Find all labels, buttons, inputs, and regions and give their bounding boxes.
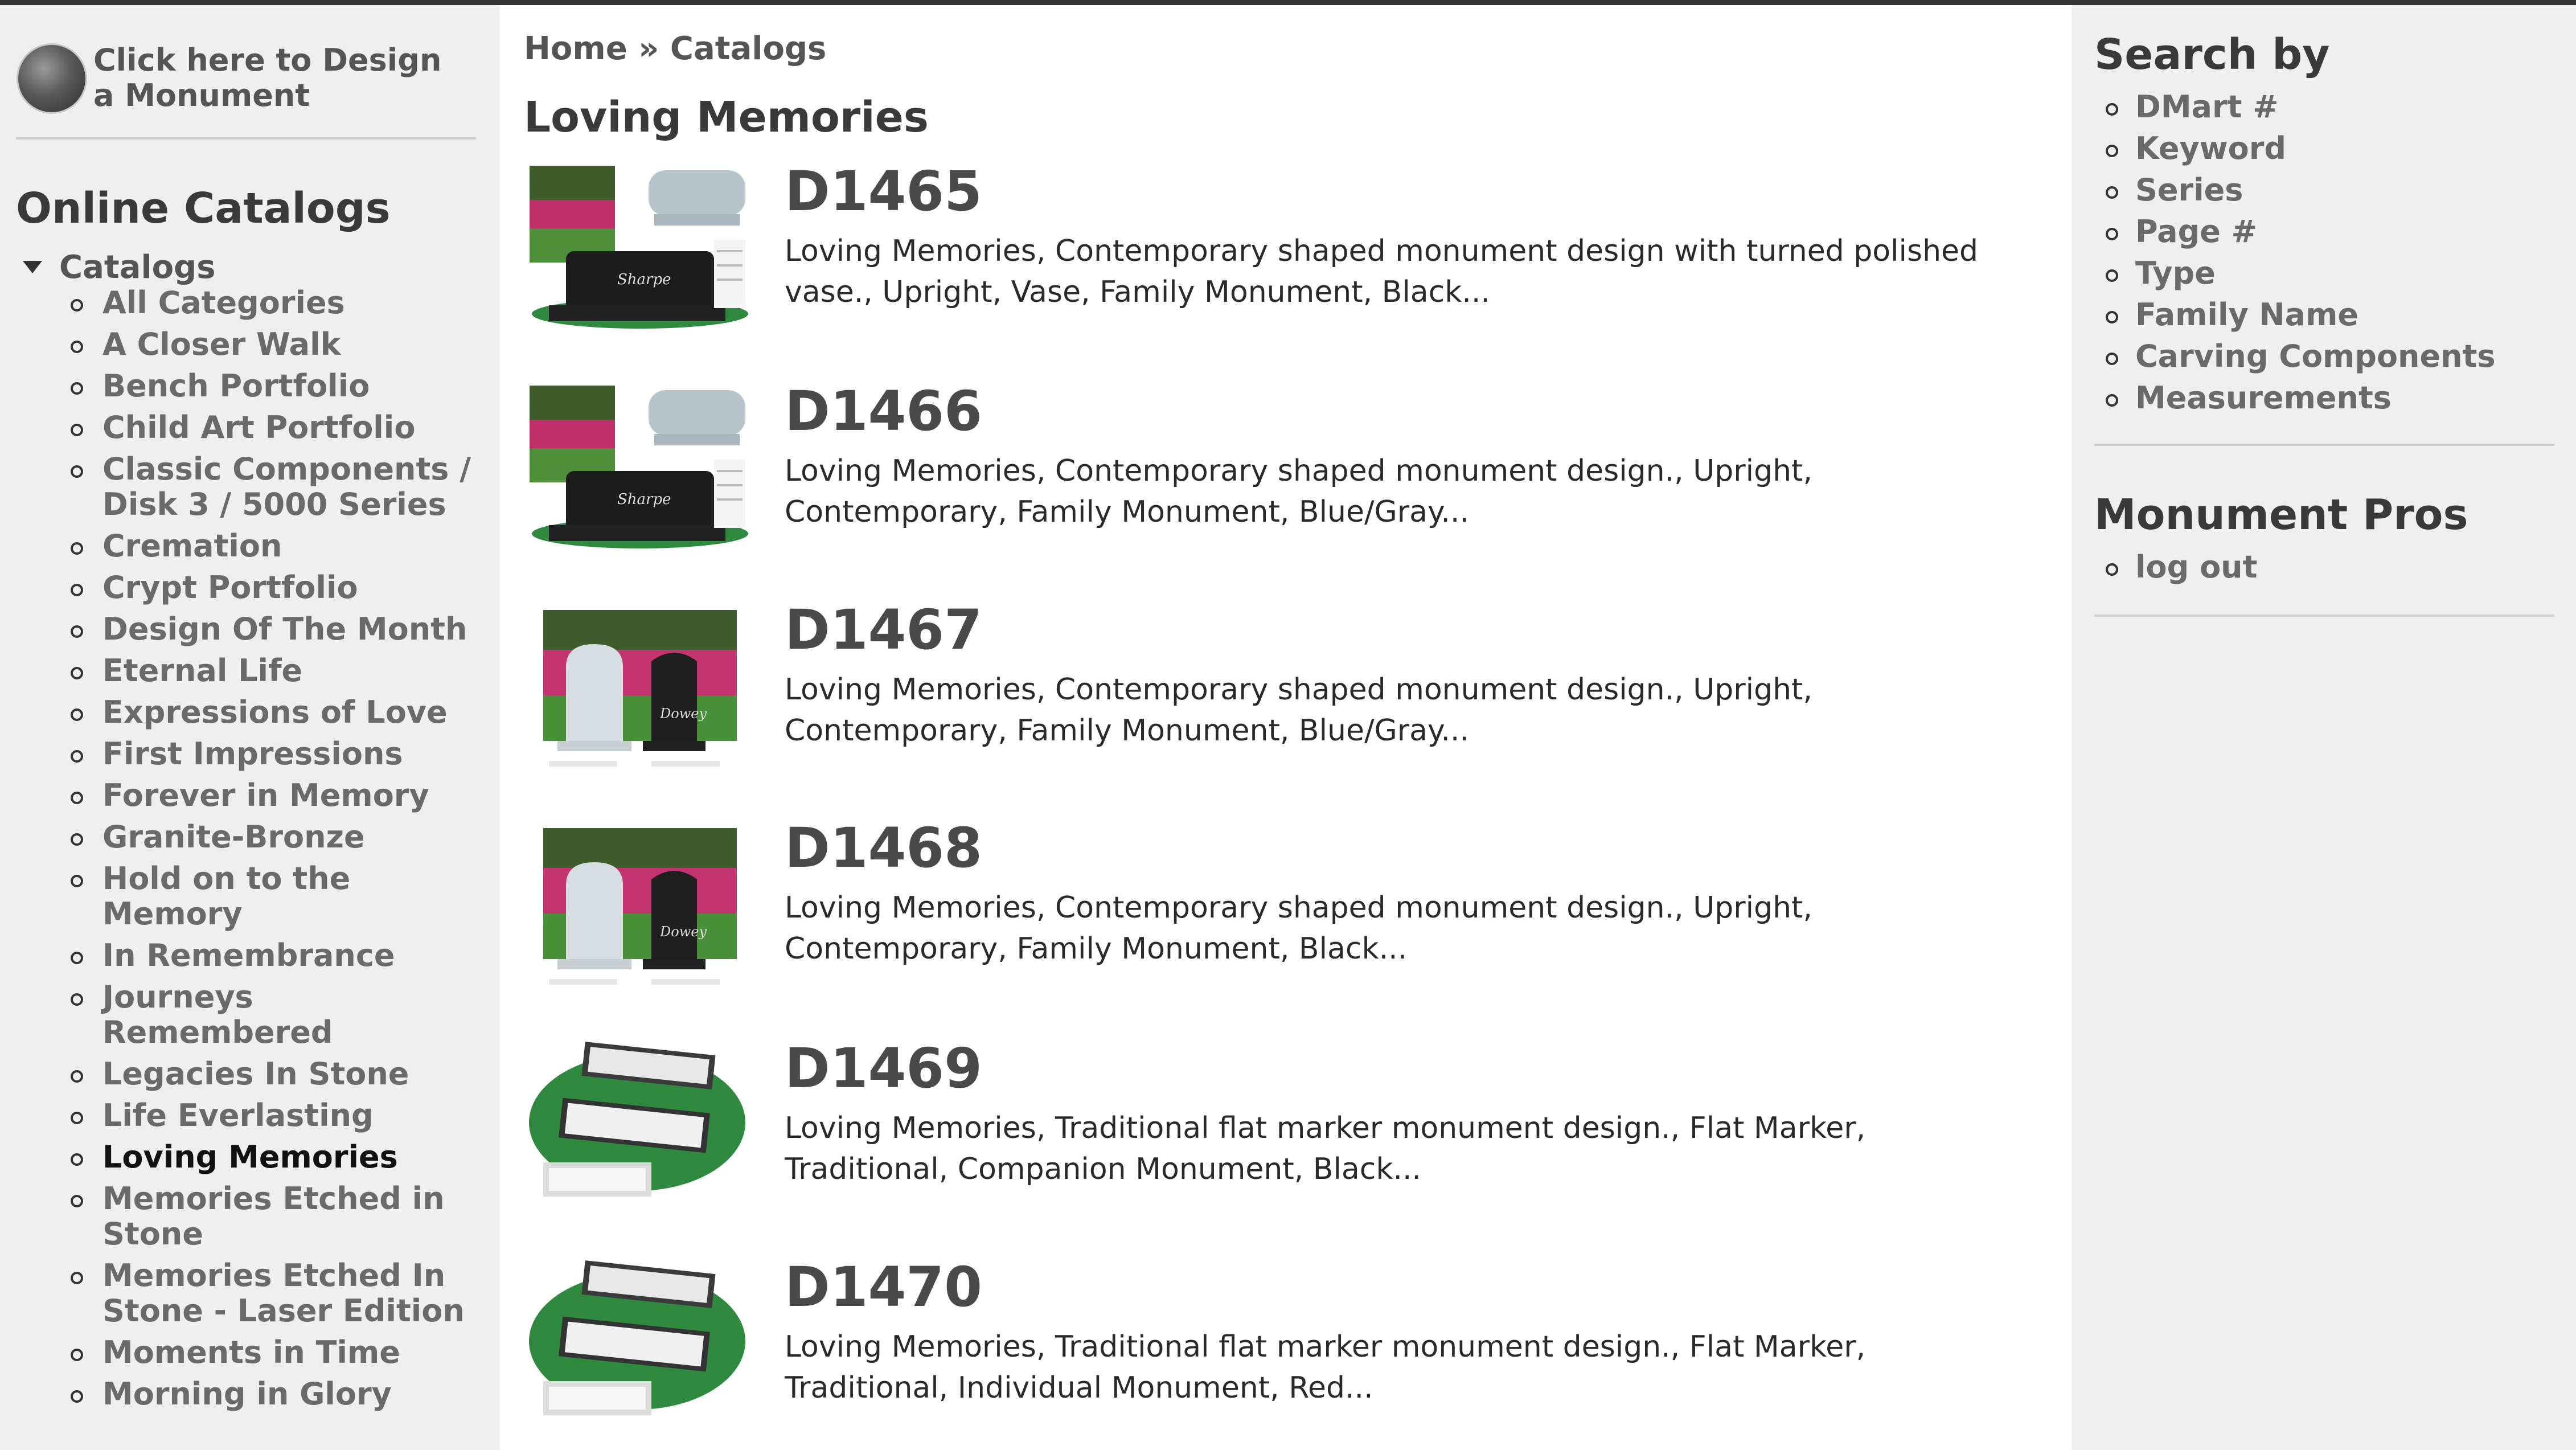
catalog-item[interactable]: Bench Portfolio [68,368,478,404]
catalog-item[interactable]: A Closer Walk [68,327,478,362]
catalog-item[interactable]: Child Art Portfolio [68,410,478,445]
catalog-item[interactable]: Granite-Bronze [68,820,478,855]
catalog-item[interactable]: Morning in Glory [68,1377,478,1412]
catalog-item[interactable]: Eternal Life [68,653,478,689]
svg-text:Sharpe: Sharpe [617,491,671,508]
breadcrumb-current[interactable]: Catalogs [670,30,827,67]
search-by-heading: Search by [2094,30,2330,79]
item-code-link[interactable]: D1469 [785,1037,982,1100]
monument-thumbnail[interactable]: Dowey [526,599,748,775]
monument-pros-list: log out [2106,550,2257,591]
item-description: Loving Memories, Contemporary shaped mon… [785,673,1812,748]
search-by-link[interactable]: Series [2106,173,2496,208]
top-border [0,0,2576,5]
page-title: Loving Memories [524,93,929,142]
design-monument-label: Click here to Design a Monument [93,42,442,113]
expand-triangle-icon[interactable] [23,261,42,273]
right-divider-1 [2094,444,2554,446]
catalog-result-item[interactable]: Dowey D1468 Loving Memories, Contemporary… [526,817,2064,1010]
search-by-link[interactable]: Measurements [2106,380,2496,416]
catalog-item[interactable]: Design Of The Month [68,612,478,647]
catalog-item[interactable]: Memories Etched in Stone [68,1181,478,1252]
monument-thumbnail[interactable]: Sharpe [526,160,748,337]
breadcrumb-home-link[interactable]: Home [524,30,627,67]
catalog-result-item[interactable]: D1470 Loving Memories, Traditional flat m… [526,1256,2064,1449]
search-by-link[interactable]: DMart # [2106,89,2496,125]
catalog-item[interactable]: Legacies In Stone [68,1056,478,1092]
monument-thumbnail[interactable]: Sharpe [526,380,748,556]
item-code-link[interactable]: D1466 [785,380,982,443]
catalog-item[interactable]: Classic Components / Disk 3 / 5000 Serie… [68,452,478,522]
catalog-result-item[interactable]: Sharpe D1465 Loving Memories, Contemporar… [526,160,2064,354]
item-code-link[interactable]: D1470 [785,1256,982,1318]
item-code-link[interactable]: D1468 [785,817,982,879]
design-orb-icon [18,45,85,112]
monument-thumbnail[interactable]: Dowey [526,817,748,993]
svg-text:Dowey: Dowey [659,924,707,940]
item-code-link[interactable]: D1467 [785,599,982,661]
monument-pros-heading: Monument Pros [2094,490,2468,539]
catalog-item[interactable]: Life Everlasting [68,1098,478,1133]
search-by-link[interactable]: Page # [2106,214,2496,249]
catalog-item[interactable]: Loving Memories [68,1140,478,1175]
search-by-link[interactable]: Family Name [2106,297,2496,333]
search-by-link[interactable]: Keyword [2106,131,2496,166]
design-monument-link[interactable]: Click here to Design a Monument [18,43,446,113]
item-description: Loving Memories, Contemporary shaped mon… [785,891,1812,966]
right-divider-2 [2094,615,2554,617]
breadcrumb: Home » Catalogs [524,30,826,67]
catalog-result-item[interactable]: Dowey D1467 Loving Memories, Contemporary… [526,599,2064,792]
catalog-result-item[interactable]: Sharpe D1466 Loving Memories, Contemporar… [526,380,2064,574]
catalog-item[interactable]: Memories Etched In Stone - Laser Edition [68,1258,478,1329]
search-by-link[interactable]: Type [2106,256,2496,291]
catalog-item[interactable]: Crypt Portfolio [68,570,478,605]
svg-text:Dowey: Dowey [659,706,707,722]
catalog-item[interactable]: Cremation [68,529,478,564]
catalogs-root-label[interactable]: Catalogs [59,249,216,286]
catalog-item[interactable]: All Categories [68,285,478,321]
sidebar-divider [16,137,476,140]
catalog-item[interactable]: Expressions of Love [68,695,478,730]
main-content: Home » Catalogs Loving Memories Sharpe D… [500,5,2072,1450]
item-description: Loving Memories, Traditional flat marker… [785,1111,1866,1186]
catalog-item[interactable]: Journeys Remembered [68,980,478,1050]
breadcrumb-separator: » [638,30,659,67]
search-by-list: DMart # Keyword Series Page # Type Family Nam… [2106,89,2496,422]
catalog-item[interactable]: Forever in Memory [68,778,478,813]
item-description: Loving Memories, Contemporary shaped mon… [785,454,1812,529]
catalogs-tree-root[interactable]: Catalogs [23,244,216,290]
item-description: Loving Memories, Traditional flat marker… [785,1330,1866,1405]
catalog-list: All Categories A Closer Walk Bench Portfol… [68,285,490,1418]
online-catalogs-heading: Online Catalogs [16,184,391,233]
svg-text:Sharpe: Sharpe [617,271,671,288]
catalog-item[interactable]: Moments in Time [68,1335,478,1370]
item-code-link[interactable]: D1465 [785,160,982,223]
catalog-item[interactable]: Hold on to the Memory [68,861,478,932]
monument-thumbnail[interactable] [526,1037,748,1214]
left-sidebar: Click here to Design a Monument Online C… [0,5,500,1450]
right-sidebar: Search by DMart # Keyword Series Page # Type… [2072,5,2576,1450]
catalog-item[interactable]: First Impressions [68,736,478,772]
catalog-item[interactable]: In Remembrance [68,938,478,973]
item-description: Loving Memories, Contemporary shaped mon… [785,234,1979,309]
logout-link[interactable]: log out [2106,550,2257,585]
catalog-result-item[interactable]: D1469 Loving Memories, Traditional flat m… [526,1037,2064,1231]
monument-thumbnail[interactable] [526,1256,748,1432]
search-by-link[interactable]: Carving Components [2106,339,2496,374]
